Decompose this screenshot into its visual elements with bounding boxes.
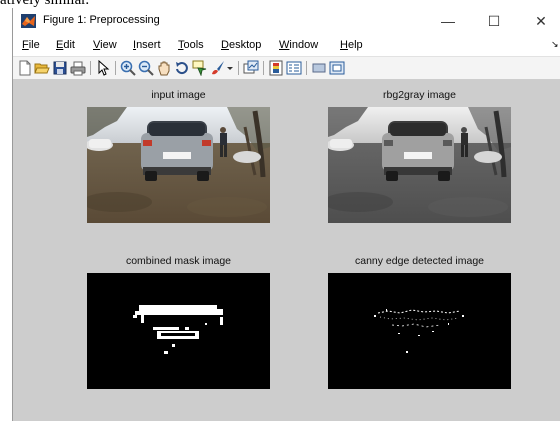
matlab-logo-icon bbox=[21, 14, 36, 28]
input-image bbox=[87, 107, 270, 223]
subplot-title-mask: combined mask image bbox=[125, 255, 232, 267]
zoom-out-icon[interactable] bbox=[138, 60, 154, 76]
menu-edit[interactable]: Edit bbox=[56, 39, 75, 51]
data-cursor-icon[interactable] bbox=[192, 60, 208, 76]
subplot-title-canny: canny edge detected image bbox=[354, 255, 484, 267]
pan-icon[interactable] bbox=[156, 60, 172, 76]
hide-plot-tools-icon[interactable] bbox=[311, 60, 327, 76]
combined-mask-image bbox=[87, 273, 270, 389]
toolbar-separator bbox=[306, 61, 307, 75]
menu-insert[interactable]: Insert bbox=[133, 39, 161, 51]
menu-help[interactable]: Help bbox=[340, 39, 363, 51]
menu-bar: File Edit View Insert Tools Desktop Wind… bbox=[13, 36, 560, 56]
save-icon[interactable] bbox=[52, 60, 68, 76]
menu-view[interactable]: View bbox=[93, 39, 117, 51]
show-plot-tools-icon[interactable] bbox=[329, 60, 345, 76]
maximize-button[interactable]: ☐ bbox=[474, 10, 514, 32]
toolbar-separator bbox=[90, 61, 91, 75]
brush-icon[interactable] bbox=[210, 60, 226, 76]
figure-canvas: input image rbg2gray image combined mask… bbox=[13, 79, 560, 421]
canny-edge-image bbox=[328, 273, 511, 389]
pointer-icon[interactable] bbox=[95, 60, 111, 76]
maximize-icon: ☐ bbox=[487, 12, 501, 29]
menu-desktop[interactable]: Desktop bbox=[221, 39, 261, 51]
link-plot-icon[interactable] bbox=[243, 60, 259, 76]
subplot-title-input: input image bbox=[151, 89, 206, 101]
zoom-in-icon[interactable] bbox=[120, 60, 136, 76]
figure-window: Figure 1: Preprocessing — ☐ ✕ File Edit … bbox=[12, 8, 560, 421]
close-icon: ✕ bbox=[535, 12, 547, 29]
title-bar[interactable]: Figure 1: Preprocessing — ☐ ✕ bbox=[13, 8, 560, 34]
document-text-fragment: atively similar. bbox=[0, 0, 90, 8]
subplot-title-gray: rbg2gray image bbox=[383, 89, 456, 101]
grayscale-image bbox=[328, 107, 511, 223]
rotate-3d-icon[interactable] bbox=[174, 60, 190, 76]
close-button[interactable]: ✕ bbox=[521, 10, 560, 32]
toolbar-separator bbox=[115, 61, 116, 75]
colorbar-icon[interactable] bbox=[268, 60, 284, 76]
dropdown-icon[interactable] bbox=[226, 60, 234, 76]
new-figure-icon[interactable] bbox=[17, 60, 33, 76]
toolbar-separator bbox=[238, 61, 239, 75]
toolbar-separator bbox=[263, 61, 264, 75]
open-file-icon[interactable] bbox=[34, 60, 50, 76]
menu-tools[interactable]: Tools bbox=[178, 39, 204, 51]
menu-overflow-arrow[interactable]: ↘ bbox=[551, 39, 559, 50]
menu-file[interactable]: File bbox=[22, 39, 40, 51]
window-title: Figure 1: Preprocessing bbox=[43, 14, 160, 26]
legend-icon[interactable] bbox=[286, 60, 302, 76]
menu-window[interactable]: Window bbox=[279, 39, 318, 51]
minimize-button[interactable]: — bbox=[428, 10, 468, 32]
print-icon[interactable] bbox=[70, 60, 86, 76]
minimize-icon: — bbox=[441, 13, 455, 29]
figure-toolbar bbox=[13, 56, 560, 80]
